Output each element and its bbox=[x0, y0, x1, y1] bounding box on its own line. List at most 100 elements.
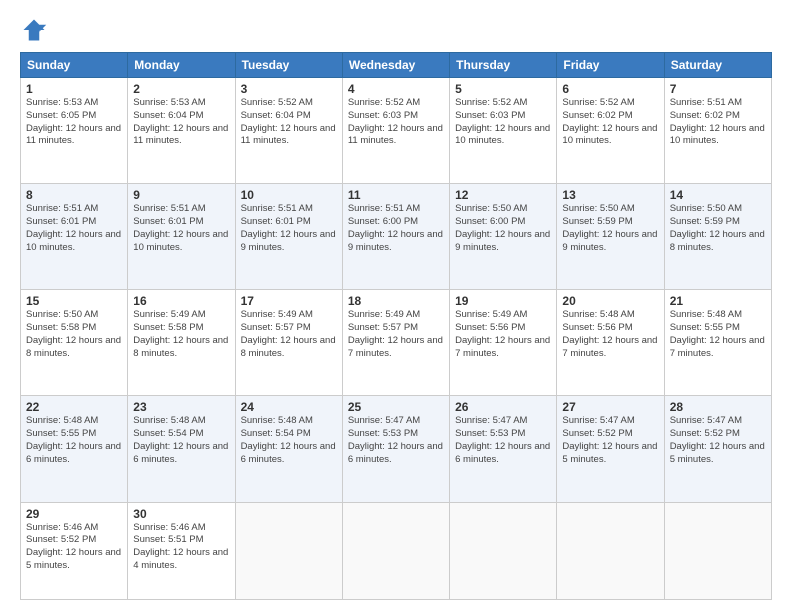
day-info: Sunrise: 5:51 AMSunset: 6:01 PMDaylight:… bbox=[26, 203, 122, 254]
day-number: 12 bbox=[455, 188, 551, 202]
calendar-week-2: 8Sunrise: 5:51 AMSunset: 6:01 PMDaylight… bbox=[21, 184, 772, 290]
day-number: 30 bbox=[133, 507, 229, 521]
day-info: Sunrise: 5:49 AMSunset: 5:58 PMDaylight:… bbox=[133, 309, 229, 360]
day-info: Sunrise: 5:48 AMSunset: 5:54 PMDaylight:… bbox=[133, 415, 229, 466]
day-number: 22 bbox=[26, 400, 122, 414]
day-info: Sunrise: 5:48 AMSunset: 5:54 PMDaylight:… bbox=[241, 415, 337, 466]
calendar-cell: 27Sunrise: 5:47 AMSunset: 5:52 PMDayligh… bbox=[557, 396, 664, 502]
weekday-header-tuesday: Tuesday bbox=[235, 53, 342, 78]
calendar-cell: 2Sunrise: 5:53 AMSunset: 6:04 PMDaylight… bbox=[128, 78, 235, 184]
weekday-header-row: SundayMondayTuesdayWednesdayThursdayFrid… bbox=[21, 53, 772, 78]
day-number: 21 bbox=[670, 294, 766, 308]
calendar-cell: 26Sunrise: 5:47 AMSunset: 5:53 PMDayligh… bbox=[450, 396, 557, 502]
calendar-cell: 18Sunrise: 5:49 AMSunset: 5:57 PMDayligh… bbox=[342, 290, 449, 396]
logo-icon bbox=[20, 16, 48, 44]
calendar-cell: 15Sunrise: 5:50 AMSunset: 5:58 PMDayligh… bbox=[21, 290, 128, 396]
day-number: 11 bbox=[348, 188, 444, 202]
day-info: Sunrise: 5:50 AMSunset: 6:00 PMDaylight:… bbox=[455, 203, 551, 254]
calendar-table: SundayMondayTuesdayWednesdayThursdayFrid… bbox=[20, 52, 772, 600]
day-info: Sunrise: 5:49 AMSunset: 5:57 PMDaylight:… bbox=[241, 309, 337, 360]
calendar-cell: 12Sunrise: 5:50 AMSunset: 6:00 PMDayligh… bbox=[450, 184, 557, 290]
calendar-cell: 20Sunrise: 5:48 AMSunset: 5:56 PMDayligh… bbox=[557, 290, 664, 396]
weekday-header-sunday: Sunday bbox=[21, 53, 128, 78]
weekday-header-saturday: Saturday bbox=[664, 53, 771, 78]
day-info: Sunrise: 5:52 AMSunset: 6:04 PMDaylight:… bbox=[241, 97, 337, 148]
calendar-cell bbox=[450, 502, 557, 599]
day-number: 27 bbox=[562, 400, 658, 414]
day-number: 17 bbox=[241, 294, 337, 308]
day-number: 6 bbox=[562, 82, 658, 96]
day-number: 8 bbox=[26, 188, 122, 202]
calendar-cell bbox=[664, 502, 771, 599]
day-number: 4 bbox=[348, 82, 444, 96]
calendar-cell: 8Sunrise: 5:51 AMSunset: 6:01 PMDaylight… bbox=[21, 184, 128, 290]
day-number: 15 bbox=[26, 294, 122, 308]
calendar-cell: 3Sunrise: 5:52 AMSunset: 6:04 PMDaylight… bbox=[235, 78, 342, 184]
calendar-cell: 19Sunrise: 5:49 AMSunset: 5:56 PMDayligh… bbox=[450, 290, 557, 396]
day-number: 1 bbox=[26, 82, 122, 96]
day-number: 23 bbox=[133, 400, 229, 414]
day-info: Sunrise: 5:47 AMSunset: 5:52 PMDaylight:… bbox=[670, 415, 766, 466]
calendar-cell bbox=[342, 502, 449, 599]
day-info: Sunrise: 5:46 AMSunset: 5:51 PMDaylight:… bbox=[133, 522, 229, 573]
calendar-cell: 21Sunrise: 5:48 AMSunset: 5:55 PMDayligh… bbox=[664, 290, 771, 396]
top-section bbox=[20, 16, 772, 44]
day-number: 5 bbox=[455, 82, 551, 96]
day-info: Sunrise: 5:49 AMSunset: 5:57 PMDaylight:… bbox=[348, 309, 444, 360]
calendar-cell: 30Sunrise: 5:46 AMSunset: 5:51 PMDayligh… bbox=[128, 502, 235, 599]
calendar-cell bbox=[235, 502, 342, 599]
day-info: Sunrise: 5:50 AMSunset: 5:59 PMDaylight:… bbox=[562, 203, 658, 254]
calendar-cell: 16Sunrise: 5:49 AMSunset: 5:58 PMDayligh… bbox=[128, 290, 235, 396]
day-info: Sunrise: 5:51 AMSunset: 6:00 PMDaylight:… bbox=[348, 203, 444, 254]
day-info: Sunrise: 5:53 AMSunset: 6:04 PMDaylight:… bbox=[133, 97, 229, 148]
day-info: Sunrise: 5:53 AMSunset: 6:05 PMDaylight:… bbox=[26, 97, 122, 148]
calendar-week-3: 15Sunrise: 5:50 AMSunset: 5:58 PMDayligh… bbox=[21, 290, 772, 396]
day-info: Sunrise: 5:47 AMSunset: 5:53 PMDaylight:… bbox=[348, 415, 444, 466]
calendar-cell: 11Sunrise: 5:51 AMSunset: 6:00 PMDayligh… bbox=[342, 184, 449, 290]
weekday-header-monday: Monday bbox=[128, 53, 235, 78]
calendar-cell: 28Sunrise: 5:47 AMSunset: 5:52 PMDayligh… bbox=[664, 396, 771, 502]
day-number: 14 bbox=[670, 188, 766, 202]
calendar-cell: 17Sunrise: 5:49 AMSunset: 5:57 PMDayligh… bbox=[235, 290, 342, 396]
calendar-cell: 7Sunrise: 5:51 AMSunset: 6:02 PMDaylight… bbox=[664, 78, 771, 184]
day-number: 20 bbox=[562, 294, 658, 308]
day-number: 26 bbox=[455, 400, 551, 414]
day-number: 16 bbox=[133, 294, 229, 308]
day-number: 2 bbox=[133, 82, 229, 96]
day-info: Sunrise: 5:51 AMSunset: 6:02 PMDaylight:… bbox=[670, 97, 766, 148]
logo bbox=[20, 16, 52, 44]
day-info: Sunrise: 5:49 AMSunset: 5:56 PMDaylight:… bbox=[455, 309, 551, 360]
calendar-cell: 10Sunrise: 5:51 AMSunset: 6:01 PMDayligh… bbox=[235, 184, 342, 290]
page: SundayMondayTuesdayWednesdayThursdayFrid… bbox=[0, 0, 792, 612]
calendar-cell: 6Sunrise: 5:52 AMSunset: 6:02 PMDaylight… bbox=[557, 78, 664, 184]
day-number: 10 bbox=[241, 188, 337, 202]
day-info: Sunrise: 5:46 AMSunset: 5:52 PMDaylight:… bbox=[26, 522, 122, 573]
day-info: Sunrise: 5:48 AMSunset: 5:55 PMDaylight:… bbox=[670, 309, 766, 360]
day-info: Sunrise: 5:50 AMSunset: 5:59 PMDaylight:… bbox=[670, 203, 766, 254]
calendar-week-5: 29Sunrise: 5:46 AMSunset: 5:52 PMDayligh… bbox=[21, 502, 772, 599]
day-info: Sunrise: 5:47 AMSunset: 5:52 PMDaylight:… bbox=[562, 415, 658, 466]
calendar-week-1: 1Sunrise: 5:53 AMSunset: 6:05 PMDaylight… bbox=[21, 78, 772, 184]
day-number: 3 bbox=[241, 82, 337, 96]
calendar-cell: 24Sunrise: 5:48 AMSunset: 5:54 PMDayligh… bbox=[235, 396, 342, 502]
weekday-header-friday: Friday bbox=[557, 53, 664, 78]
day-number: 19 bbox=[455, 294, 551, 308]
day-number: 18 bbox=[348, 294, 444, 308]
calendar-cell: 4Sunrise: 5:52 AMSunset: 6:03 PMDaylight… bbox=[342, 78, 449, 184]
calendar-cell: 25Sunrise: 5:47 AMSunset: 5:53 PMDayligh… bbox=[342, 396, 449, 502]
calendar-cell: 13Sunrise: 5:50 AMSunset: 5:59 PMDayligh… bbox=[557, 184, 664, 290]
day-info: Sunrise: 5:48 AMSunset: 5:56 PMDaylight:… bbox=[562, 309, 658, 360]
day-info: Sunrise: 5:50 AMSunset: 5:58 PMDaylight:… bbox=[26, 309, 122, 360]
calendar-cell: 14Sunrise: 5:50 AMSunset: 5:59 PMDayligh… bbox=[664, 184, 771, 290]
day-info: Sunrise: 5:47 AMSunset: 5:53 PMDaylight:… bbox=[455, 415, 551, 466]
calendar-cell: 29Sunrise: 5:46 AMSunset: 5:52 PMDayligh… bbox=[21, 502, 128, 599]
day-info: Sunrise: 5:51 AMSunset: 6:01 PMDaylight:… bbox=[241, 203, 337, 254]
weekday-header-thursday: Thursday bbox=[450, 53, 557, 78]
day-info: Sunrise: 5:51 AMSunset: 6:01 PMDaylight:… bbox=[133, 203, 229, 254]
day-info: Sunrise: 5:48 AMSunset: 5:55 PMDaylight:… bbox=[26, 415, 122, 466]
day-number: 29 bbox=[26, 507, 122, 521]
day-number: 24 bbox=[241, 400, 337, 414]
day-number: 25 bbox=[348, 400, 444, 414]
weekday-header-wednesday: Wednesday bbox=[342, 53, 449, 78]
calendar-cell: 22Sunrise: 5:48 AMSunset: 5:55 PMDayligh… bbox=[21, 396, 128, 502]
